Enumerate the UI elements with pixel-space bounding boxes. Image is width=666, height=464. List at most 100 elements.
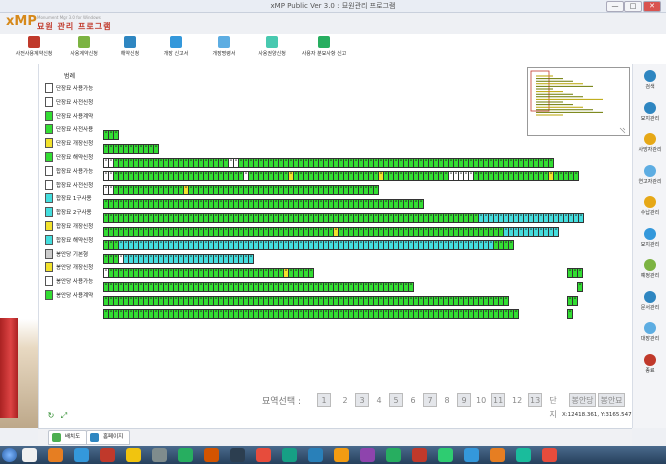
taskbar-app-icon[interactable] <box>256 448 271 462</box>
document-icon <box>218 36 230 48</box>
legend-label: 단장묘 사전신청 <box>56 99 94 106</box>
taskbar-app-icon[interactable] <box>542 448 557 462</box>
taskbar-app-icon[interactable] <box>282 448 297 462</box>
grave-plot-cell[interactable]: A <box>573 171 579 182</box>
pager-item-4[interactable]: 4 <box>372 393 386 407</box>
sidebar-item-7[interactable]: 예정관리 <box>633 259 666 279</box>
pager-item-3[interactable]: 3 <box>355 393 369 407</box>
toolbar-button-7[interactable]: 사용자 분묘사항 신고 <box>292 36 356 57</box>
sidebar-item-label: 예정관리 <box>640 273 660 279</box>
toolbar-button-label: 사용자 분묘사항 신고 <box>301 51 347 57</box>
pager-item-10[interactable]: 10 <box>474 393 488 407</box>
minimap[interactable] <box>527 67 630 136</box>
start-button[interactable] <box>2 448 17 462</box>
pager-item-5[interactable]: 5 <box>389 393 403 407</box>
legend-swatch <box>45 179 53 190</box>
minimize-button[interactable]: — <box>606 1 624 12</box>
pager-item-9[interactable]: 9 <box>457 393 471 407</box>
legend-label: 단장묘 사전사용 <box>56 127 94 134</box>
taskbar-app-icon[interactable] <box>464 448 479 462</box>
taskbar-app-icon[interactable] <box>438 448 453 462</box>
logo-system-name: 묘원 관리 프로그램 <box>37 22 112 31</box>
sidebar-item-8[interactable]: 문서관리 <box>633 290 666 311</box>
taskbar-app-icon[interactable] <box>516 448 531 462</box>
grave-plot-cell[interactable]: A <box>577 268 583 278</box>
sidebar-item-6[interactable]: 묘지관리 <box>633 227 666 248</box>
graves-icon <box>644 101 656 114</box>
pager-item-2[interactable]: 2 <box>338 393 352 407</box>
pager-item-12[interactable]: 12 <box>510 393 524 407</box>
grave-plot-cell[interactable]: A <box>548 157 554 168</box>
taskbar-app-icon[interactable] <box>126 448 141 462</box>
grave-plot-cell[interactable]: A <box>508 240 514 251</box>
sidebar-item-label: 수납관리 <box>640 210 660 216</box>
taskbar-app-icon[interactable] <box>360 448 375 462</box>
pager-item-8[interactable]: 8 <box>440 393 454 407</box>
grave-plot-cell[interactable]: A <box>113 130 119 140</box>
taskbar-app-icon[interactable] <box>178 448 193 462</box>
exit-icon <box>644 353 656 366</box>
legend-swatch <box>45 138 53 149</box>
grave-plot-cell[interactable]: A <box>572 295 578 306</box>
grave-plot-cell[interactable]: A <box>418 199 424 209</box>
sidebar-item-label: 대장관리 <box>640 336 660 342</box>
taskbar-app-icon[interactable] <box>490 448 505 462</box>
tab-2[interactable]: 홈페이지 <box>86 430 131 445</box>
sidebar-item-5[interactable]: 수납관리 <box>633 196 666 216</box>
pager-item-1[interactable]: 1 <box>317 393 331 407</box>
left-decoration-stripe <box>0 318 18 418</box>
sidebar-item-2[interactable]: 묘지관리 <box>633 101 666 122</box>
taskbar-app-icon[interactable] <box>22 448 37 462</box>
pager-item-6[interactable]: 6 <box>406 393 420 407</box>
taskbar-app-icon[interactable] <box>386 448 401 462</box>
sidebar-item-3[interactable]: 사망자관리 <box>633 133 666 153</box>
pager-item-봉안묘[interactable]: 봉안묘 <box>598 393 625 407</box>
expand-icon[interactable]: ⤢ <box>60 412 68 420</box>
grave-plot-cell[interactable]: A <box>577 281 583 292</box>
money-icon <box>644 196 656 208</box>
sidebar-item-9[interactable]: 대장관리 <box>633 322 666 342</box>
grave-plot-cell[interactable]: A <box>503 295 509 306</box>
grave-plot-cell[interactable]: A <box>408 281 414 292</box>
taskbar-app-icon[interactable] <box>204 448 219 462</box>
legend-swatch <box>45 124 53 135</box>
taskbar-app-icon[interactable] <box>308 448 323 462</box>
tab-label: 배치도 <box>65 434 81 440</box>
grave-plot-cell[interactable]: A <box>248 254 254 265</box>
legend-label: 봉안당 개장신청 <box>56 265 94 272</box>
taskbar-app-icon[interactable] <box>100 448 115 462</box>
taskbar-app-icon[interactable] <box>74 448 89 462</box>
grave-plot-cell[interactable]: A <box>567 309 573 320</box>
pager-item-봉안당[interactable]: 봉안당 <box>569 393 596 407</box>
pager-item-11[interactable]: 11 <box>491 393 506 407</box>
pager-item-7[interactable]: 7 <box>423 393 437 407</box>
close-button[interactable]: ✕ <box>643 1 661 12</box>
legend-swatch <box>45 83 53 93</box>
maximize-button[interactable]: □ <box>624 1 642 12</box>
docs-icon <box>644 290 656 303</box>
sidebar-item-1[interactable]: 검색 <box>633 70 666 90</box>
grave-plot-cell[interactable]: A <box>308 268 314 278</box>
pager-item-단지[interactable]: 단지 <box>546 393 560 419</box>
grave-plot-cell[interactable]: A <box>373 185 379 196</box>
taskbar-app-icon[interactable] <box>152 448 167 462</box>
tab-1[interactable]: 배치도 <box>48 430 88 445</box>
sidebar-item-label: 묘지관리 <box>640 115 660 122</box>
home-icon <box>90 433 99 442</box>
refresh-icon[interactable]: ↻ <box>47 412 55 420</box>
grave-plot-cell[interactable]: A <box>578 212 584 223</box>
grave-plot-cell[interactable]: A <box>553 226 559 237</box>
sidebar-item-10[interactable]: 종료 <box>633 353 666 374</box>
sidebar-item-4[interactable]: 연고자관리 <box>633 164 666 185</box>
legend-swatch <box>45 234 53 245</box>
grave-plot-cell[interactable]: A <box>153 143 159 154</box>
legend-swatch <box>45 152 53 162</box>
grave-plot-cell[interactable]: A <box>513 309 519 320</box>
taskbar-app-icon[interactable] <box>230 448 245 462</box>
taskbar-app-icon[interactable] <box>48 448 63 462</box>
minimap-overview <box>530 70 626 134</box>
taskbar-app-icon[interactable] <box>334 448 349 462</box>
pager-item-13[interactable]: 13 <box>528 393 543 407</box>
taskbar-app-icon[interactable] <box>412 448 427 462</box>
logo-subtitle: Monument Mgr 3.0 for Windows <box>37 15 101 20</box>
